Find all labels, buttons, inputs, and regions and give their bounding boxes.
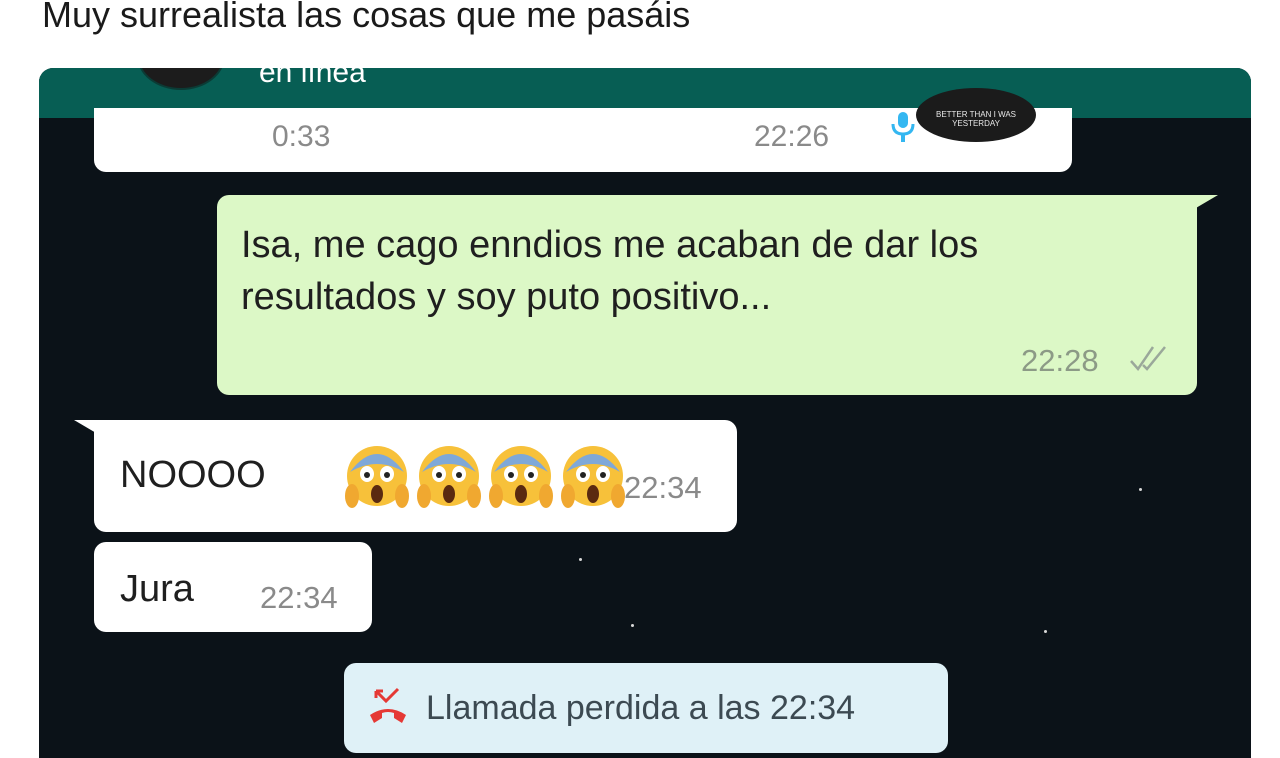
profile-avatar-icon[interactable] <box>137 68 225 90</box>
message-time: 22:34 <box>260 580 338 615</box>
face-screaming-in-fear-icon <box>417 446 481 508</box>
message-time: 22:34 <box>624 470 702 505</box>
emoji-group <box>342 442 630 512</box>
message-text: Jura <box>120 568 194 610</box>
sent-message[interactable]: Isa, me cago enndios me acaban de dar lo… <box>217 195 1197 395</box>
audio-message[interactable]: 0:33 22:26 BETTER THAN I WAS YESTERDAY <box>94 88 1072 172</box>
sender-avatar: BETTER THAN I WAS YESTERDAY <box>916 88 1036 142</box>
chat-screenshot: en línea 0:33 22:26 BETTER THAN I WAS YE… <box>39 68 1251 758</box>
tweet-text: Muy surrealista las cosas que me pasáis <box>42 0 691 35</box>
missed-call-icon <box>370 687 406 723</box>
face-screaming-in-fear-icon <box>561 446 625 508</box>
missed-call-notice[interactable]: Llamada perdida a las 22:34 <box>344 663 948 753</box>
audio-duration: 0:33 <box>272 120 331 153</box>
message-text: Isa, me cago enndios me acaban de dar lo… <box>241 224 979 318</box>
contact-status: en línea <box>259 68 366 89</box>
message-text: NOOOO <box>120 454 266 496</box>
received-message[interactable]: Jura 22:34 <box>94 542 372 632</box>
microphone-icon <box>891 112 915 142</box>
missed-call-text: Llamada perdida a las 22:34 <box>426 689 856 727</box>
double-check-icon <box>1130 346 1166 372</box>
received-message[interactable]: NOOOO 22:34 <box>94 420 737 532</box>
face-screaming-in-fear-icon <box>489 446 553 508</box>
face-screaming-in-fear-icon <box>345 446 409 508</box>
message-time: 22:26 <box>754 120 830 153</box>
message-time: 22:28 <box>1021 343 1099 378</box>
